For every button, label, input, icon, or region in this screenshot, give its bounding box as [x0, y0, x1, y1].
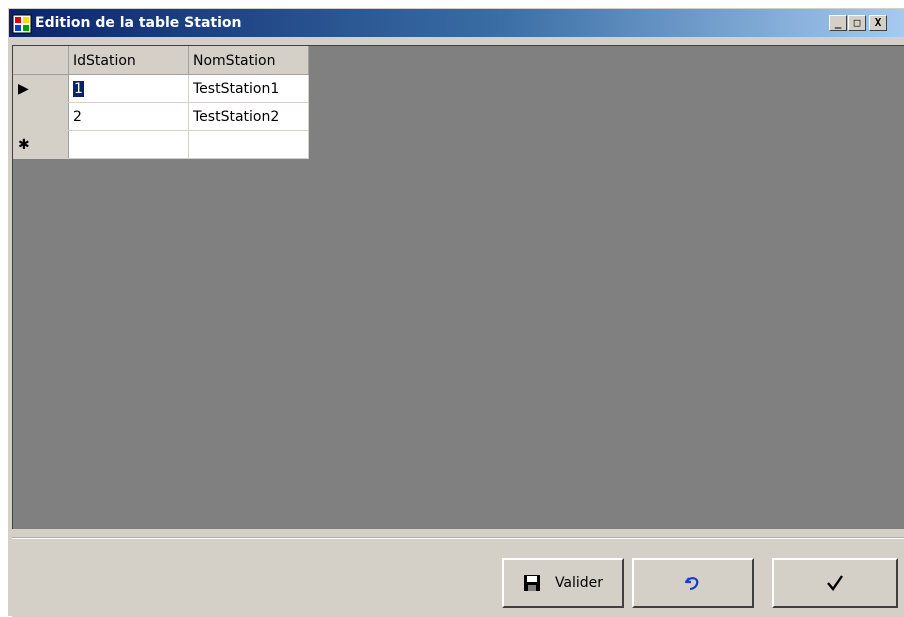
floppy-disk-icon [523, 575, 540, 591]
undo-button[interactable] [632, 558, 754, 608]
grid-header-row: IdStation NomStation [13, 46, 309, 75]
cell-idstation[interactable]: 1 [68, 74, 189, 103]
button-panel: Valider [12, 537, 904, 617]
checkmark-icon [827, 575, 843, 591]
table-row[interactable]: 2 TestStation2 [13, 102, 309, 131]
table-row[interactable]: ▶ 1 TestStation1 [13, 74, 309, 103]
cell-nomstation[interactable]: TestStation2 [188, 102, 309, 131]
cell-nomstation[interactable]: TestStation1 [188, 74, 309, 103]
row-indicator[interactable] [13, 102, 69, 131]
close-button[interactable]: X [869, 15, 887, 31]
cell-idstation-value[interactable]: 1 [73, 80, 84, 97]
edition-window: Edition de la table Station _ □ X IdStat… [8, 8, 904, 617]
cell-idstation[interactable] [68, 130, 189, 159]
valider-button[interactable]: Valider [502, 558, 624, 608]
valider-label: Valider [554, 575, 604, 591]
row-indicator-current-icon[interactable]: ▶ [13, 74, 69, 103]
new-row[interactable]: ✱ [13, 130, 309, 159]
grid-corner-header[interactable] [13, 46, 69, 75]
new-row-asterisk-icon[interactable]: ✱ [13, 130, 69, 159]
app-icon [12, 14, 32, 34]
cell-nomstation[interactable] [188, 130, 309, 159]
cell-idstation[interactable]: 2 [68, 102, 189, 131]
ok-button[interactable] [772, 558, 898, 608]
column-header-idstation[interactable]: IdStation [68, 46, 189, 75]
column-header-nomstation[interactable]: NomStation [188, 46, 309, 75]
undo-arrow-icon [684, 577, 699, 591]
maximize-button[interactable]: □ [848, 15, 866, 31]
title-bar[interactable]: Edition de la table Station _ □ X [9, 9, 904, 37]
minimize-button[interactable]: _ [829, 15, 847, 31]
window-title: Edition de la table Station [35, 15, 242, 31]
data-grid[interactable]: IdStation NomStation ▶ 1 TestStation1 2 … [12, 45, 904, 529]
